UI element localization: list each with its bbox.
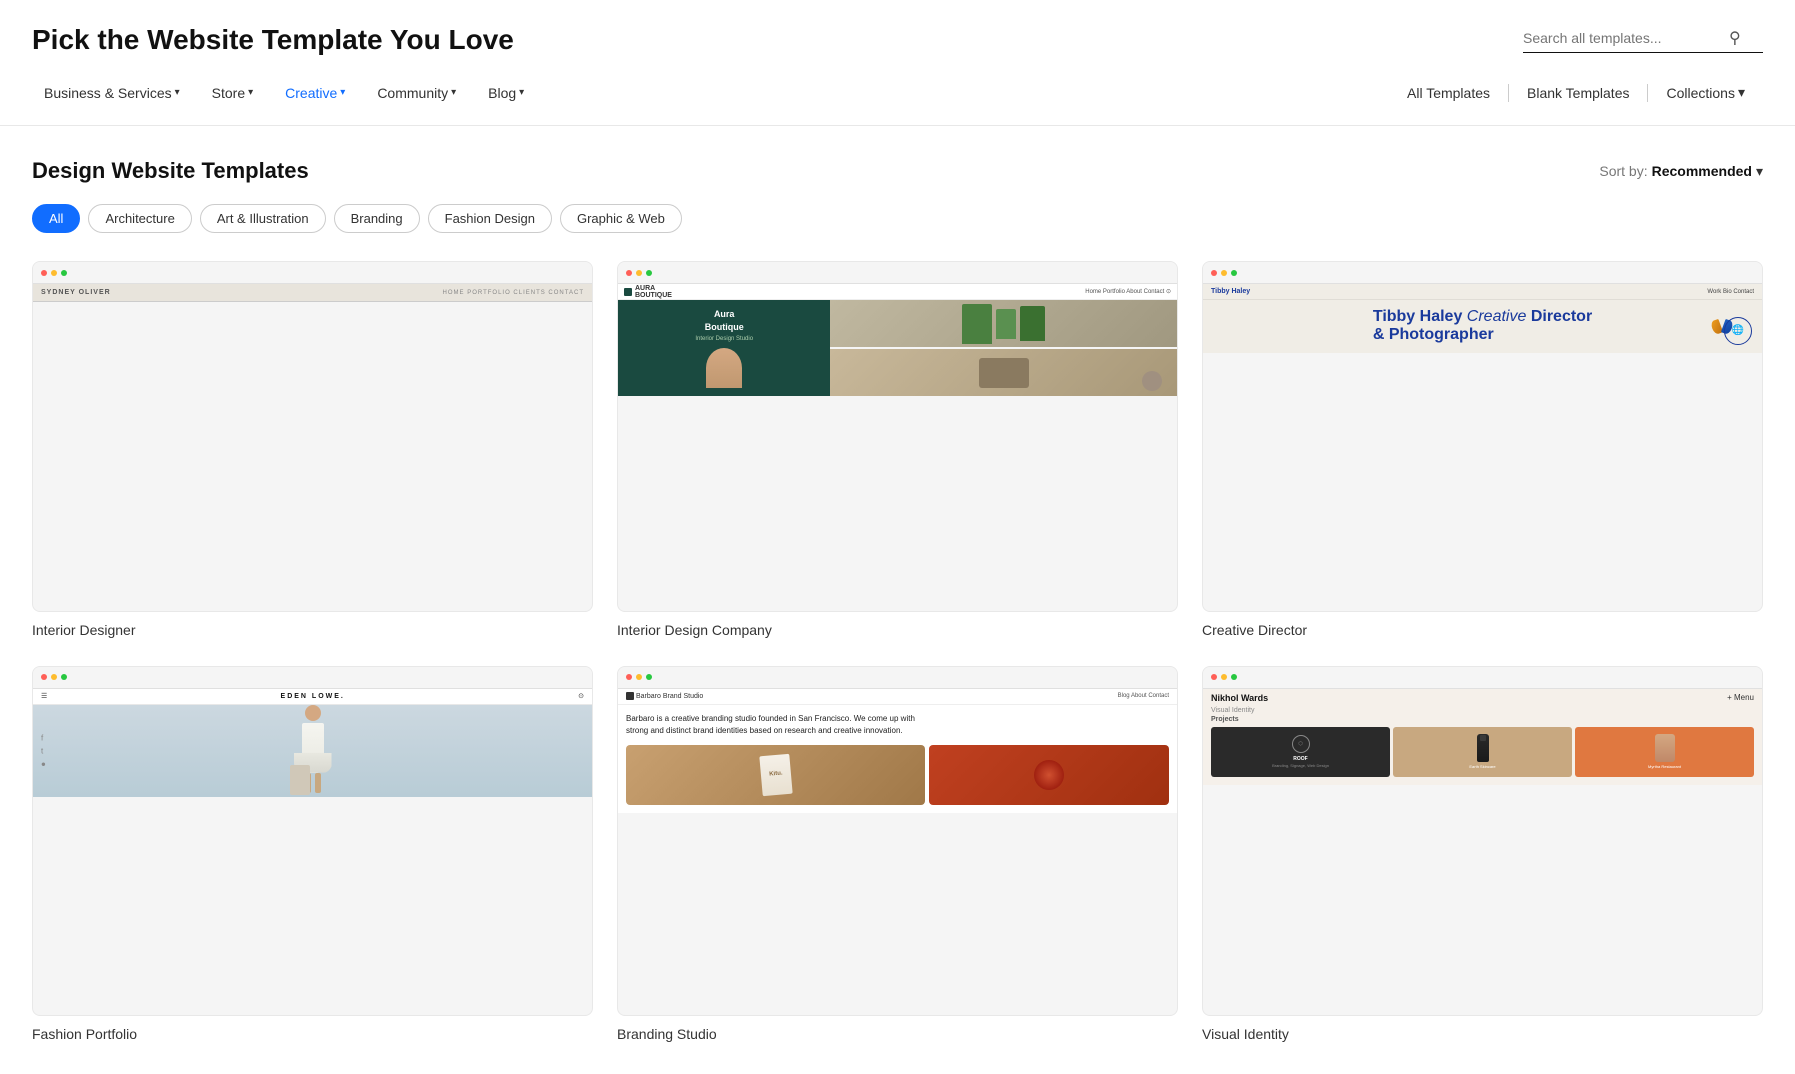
browser-chrome (1203, 667, 1762, 689)
page-title: Pick the Website Template You Love (32, 24, 514, 56)
filter-pill-architecture[interactable]: Architecture (88, 204, 191, 233)
template-thumbnail: Nikhol Wards + Menu Visual Identity Proj… (1202, 666, 1763, 1017)
nav-right: All Templates Blank Templates Collection… (1389, 76, 1763, 109)
dot-green (61, 270, 67, 276)
dot-yellow (51, 270, 57, 276)
header: Pick the Website Template You Love ⚲ Bus… (0, 0, 1795, 126)
nav-item-store[interactable]: Store ▾ (200, 77, 266, 109)
nav-item-blank-templates[interactable]: Blank Templates (1509, 77, 1647, 109)
preview-body: Tibby Haley Work Bio Contact Tibby Haley… (1203, 284, 1762, 353)
dot-green (61, 674, 67, 680)
template-card-creative-director[interactable]: Tibby Haley Work Bio Contact Tibby Haley… (1202, 261, 1763, 638)
dot-yellow (636, 270, 642, 276)
chevron-down-icon: ▾ (248, 87, 253, 98)
browser-chrome (1203, 262, 1762, 284)
template-card-interior-designer[interactable]: SYDNEY OLIVER HOME PORTFOLIO CLIENTS CON… (32, 261, 593, 638)
section-title: Design Website Templates (32, 158, 309, 184)
template-card-interior-design-company[interactable]: AURABOUTIQUE Home Portfolio About Contac… (617, 261, 1178, 638)
template-card-fashion-portfolio[interactable]: ☰ EDEN LOWE. ⊙ (32, 666, 593, 1043)
template-name: Branding Studio (617, 1026, 1178, 1042)
nav-item-all-templates[interactable]: All Templates (1389, 77, 1508, 109)
search-input[interactable] (1523, 30, 1723, 46)
dot-green (1231, 270, 1237, 276)
dot-red (1211, 674, 1217, 680)
template-card-branding-studio[interactable]: Barbaro Brand Studio Blog About Contact … (617, 666, 1178, 1043)
dot-red (41, 674, 47, 680)
sort-by[interactable]: Sort by: Recommended ▾ (1599, 163, 1763, 180)
template-thumbnail: AURABOUTIQUE Home Portfolio About Contac… (617, 261, 1178, 612)
preview-body: Nikhol Wards + Menu Visual Identity Proj… (1203, 689, 1762, 785)
section-header: Design Website Templates Sort by: Recomm… (32, 158, 1763, 184)
chevron-down-icon: ▾ (519, 87, 524, 98)
template-thumbnail: SYDNEY OLIVER HOME PORTFOLIO CLIENTS CON… (32, 261, 593, 612)
filter-pill-fashion-design[interactable]: Fashion Design (428, 204, 552, 233)
main-content: Design Website Templates Sort by: Recomm… (0, 126, 1795, 1074)
filter-pills: All Architecture Art & Illustration Bran… (32, 204, 1763, 233)
nav-item-blog[interactable]: Blog ▾ (476, 77, 536, 109)
dot-yellow (51, 674, 57, 680)
template-thumbnail: Barbaro Brand Studio Blog About Contact … (617, 666, 1178, 1017)
filter-pill-graphic-web[interactable]: Graphic & Web (560, 204, 682, 233)
template-name: Interior Designer (32, 622, 593, 638)
nav-left: Business & Services ▾ Store ▾ Creative ▾… (32, 77, 1389, 109)
search-bar[interactable]: ⚲ (1523, 28, 1763, 53)
dot-yellow (636, 674, 642, 680)
dot-yellow (1221, 270, 1227, 276)
browser-chrome (618, 262, 1177, 284)
filter-pill-branding[interactable]: Branding (334, 204, 420, 233)
browser-chrome (33, 667, 592, 689)
sort-by-label: Sort by: (1599, 163, 1647, 179)
search-icon: ⚲ (1729, 28, 1741, 48)
header-top: Pick the Website Template You Love ⚲ (32, 24, 1763, 56)
filter-pill-all[interactable]: All (32, 204, 80, 233)
browser-chrome (33, 262, 592, 284)
dot-green (646, 674, 652, 680)
preview-body: Barbaro Brand Studio Blog About Contact … (618, 689, 1177, 813)
nav-item-community[interactable]: Community ▾ (365, 77, 468, 109)
preview-body: AURABOUTIQUE Home Portfolio About Contac… (618, 284, 1177, 396)
sort-by-value: Recommended (1652, 163, 1752, 179)
dot-red (1211, 270, 1217, 276)
template-name: Creative Director (1202, 622, 1763, 638)
filter-pill-art-illustration[interactable]: Art & Illustration (200, 204, 326, 233)
nav-item-creative[interactable]: Creative ▾ (273, 77, 357, 109)
dot-red (41, 270, 47, 276)
chevron-down-icon: ▾ (1756, 163, 1763, 180)
chevron-down-icon: ▾ (340, 87, 345, 98)
dot-green (1231, 674, 1237, 680)
template-thumbnail: ☰ EDEN LOWE. ⊙ (32, 666, 593, 1017)
nav-item-collections[interactable]: Collections ▾ (1648, 76, 1763, 109)
template-grid: SYDNEY OLIVER HOME PORTFOLIO CLIENTS CON… (32, 261, 1763, 1042)
chevron-down-icon: ▾ (1738, 84, 1745, 101)
template-card-visual-identity[interactable]: Nikhol Wards + Menu Visual Identity Proj… (1202, 666, 1763, 1043)
preview-body: SYDNEY OLIVER HOME PORTFOLIO CLIENTS CON… (33, 284, 592, 302)
dot-red (626, 270, 632, 276)
chevron-down-icon: ▾ (175, 87, 180, 98)
browser-chrome (618, 667, 1177, 689)
dot-green (646, 270, 652, 276)
template-name: Visual Identity (1202, 1026, 1763, 1042)
nav-item-business[interactable]: Business & Services ▾ (32, 77, 192, 109)
template-name: Interior Design Company (617, 622, 1178, 638)
dot-red (626, 674, 632, 680)
chevron-down-icon: ▾ (451, 87, 456, 98)
main-nav: Business & Services ▾ Store ▾ Creative ▾… (32, 76, 1763, 109)
template-thumbnail: Tibby Haley Work Bio Contact Tibby Haley… (1202, 261, 1763, 612)
template-name: Fashion Portfolio (32, 1026, 593, 1042)
dot-yellow (1221, 674, 1227, 680)
preview-body: ☰ EDEN LOWE. ⊙ (33, 689, 592, 797)
